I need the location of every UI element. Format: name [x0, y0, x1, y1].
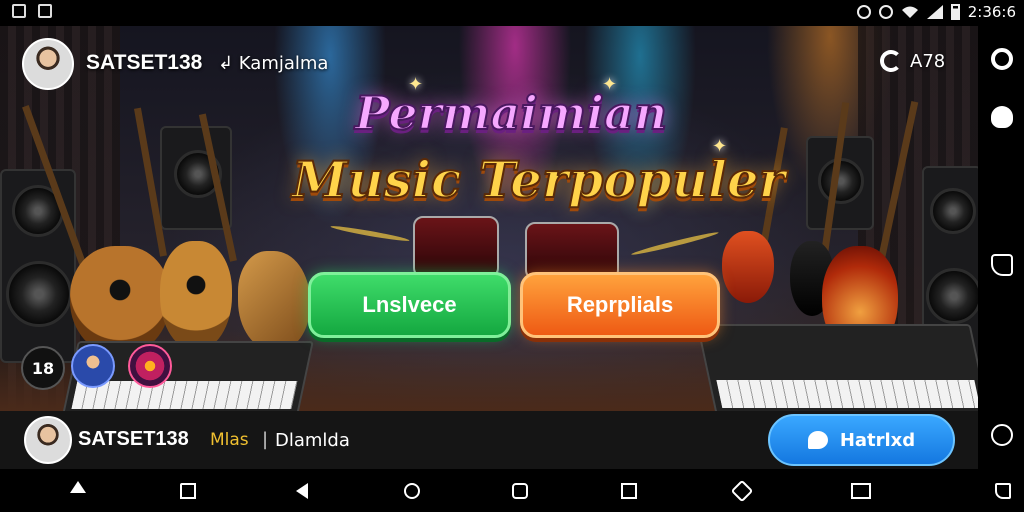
bottom-tag: Mlas — [210, 430, 249, 450]
signal-icon — [926, 5, 943, 19]
home-outline-icon[interactable] — [180, 483, 196, 499]
gear-icon — [880, 50, 902, 72]
message-icon[interactable] — [995, 483, 1011, 499]
window-icon[interactable] — [851, 483, 871, 499]
wifi-icon — [901, 6, 918, 18]
search-icon[interactable] — [991, 48, 1013, 70]
game-banner: SATSET138 ↲ Kamjalma A78 ✦ ✦ ✦ Permaimia… — [0, 26, 978, 411]
chat-action-label: Hatrlxd — [839, 429, 916, 451]
tag-icon[interactable] — [730, 479, 754, 503]
bottom-username: SATSET138 — [78, 428, 189, 450]
home-icon[interactable] — [70, 481, 86, 493]
battery-icon — [950, 4, 960, 20]
chat-icon — [807, 431, 828, 449]
timer-icon — [878, 5, 893, 19]
bottom-bar: SATSET138 Mlas | Dlamlda Hatrlxd — [0, 411, 978, 469]
header-subtitle: ↲ Kamjalma — [218, 53, 329, 74]
right-rail — [978, 26, 1024, 469]
heart-search-icon[interactable] — [991, 106, 1013, 128]
chat-bubble-icon[interactable] — [991, 254, 1013, 276]
status-bar: 2:36:6 — [0, 0, 1024, 26]
primary-play-button[interactable]: Lnslvece — [308, 272, 511, 338]
cymbal-left — [330, 224, 410, 243]
recents-icon[interactable] — [621, 483, 637, 499]
speaker-left — [0, 169, 76, 363]
chat-action-button[interactable]: Hatrlxd — [768, 414, 955, 466]
info-icon[interactable] — [512, 483, 528, 499]
secondary-button[interactable]: Reprplials — [520, 272, 720, 338]
age-rating-badge: 18 — [21, 346, 65, 390]
gallery-icon — [38, 4, 52, 18]
bottom-separator: | — [262, 429, 269, 450]
header-counter[interactable]: A78 — [880, 50, 945, 72]
zoom-icon[interactable] — [991, 424, 1013, 446]
title-line-1: Permaimian — [354, 85, 668, 141]
player-avatar[interactable] — [71, 344, 115, 388]
bottom-subtitle: Dlamlda — [275, 430, 350, 451]
cymbal-right — [630, 230, 720, 257]
counter-value: A78 — [910, 50, 946, 72]
reward-icon[interactable] — [128, 344, 172, 388]
title-line-2: Music Terpopuler — [291, 149, 786, 210]
drum-tom-left — [413, 216, 499, 278]
synth-keyboard-right — [696, 324, 978, 411]
navigation-bar — [0, 469, 1024, 512]
notification-square-icon — [12, 4, 26, 18]
back-icon[interactable] — [296, 483, 308, 499]
alarm-icon — [856, 5, 871, 19]
header-username: SATSET138 — [86, 51, 203, 74]
bottom-avatar[interactable] — [24, 416, 72, 464]
avatar[interactable] — [22, 38, 74, 90]
status-time: 2:36:6 — [967, 3, 1016, 21]
chat-icon[interactable] — [404, 483, 420, 499]
